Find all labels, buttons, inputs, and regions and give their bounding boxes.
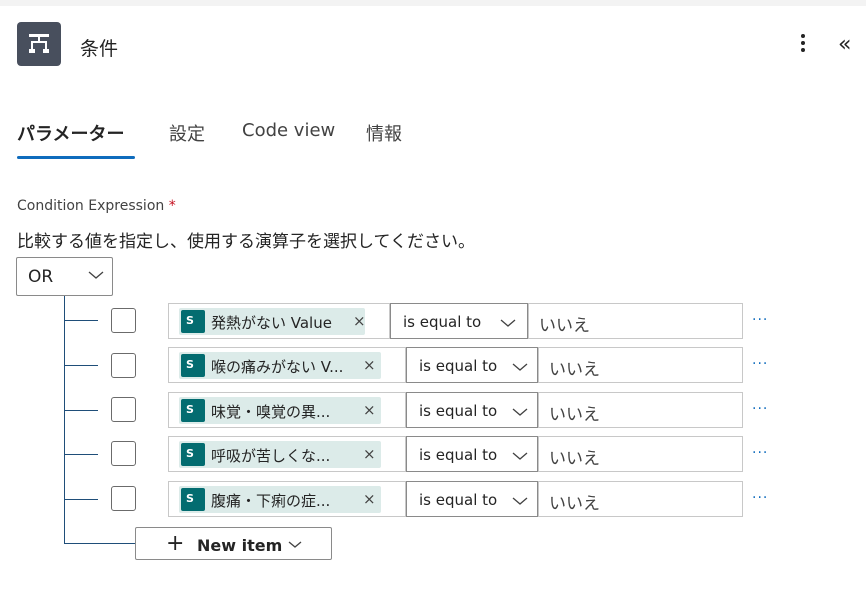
condition-right-operand[interactable]: いいえ (538, 436, 743, 472)
condition-left-operand[interactable]: S 喉の痛みがない V... × (168, 347, 406, 383)
condition-left-operand[interactable]: S 腹痛・下痢の症... × (168, 481, 406, 517)
condition-icon (17, 22, 61, 66)
operator-select[interactable]: is equal to (406, 347, 538, 383)
plus-icon: + (166, 531, 185, 556)
chevron-down-icon (512, 497, 528, 505)
remove-token-icon[interactable]: × (363, 356, 376, 374)
row-checkbox[interactable] (111, 486, 136, 511)
condition-left-operand[interactable]: S 味覚・嗅覚の異... × (168, 392, 406, 428)
chevron-down-icon (88, 271, 104, 279)
tree-connector (64, 296, 65, 544)
dynamic-content-token[interactable]: S 腹痛・下痢の症... × (179, 486, 381, 513)
sharepoint-icon: S (181, 488, 205, 511)
group-operator-select[interactable]: OR (16, 257, 113, 296)
dynamic-content-token[interactable]: S 喉の痛みがない V... × (179, 352, 381, 379)
tab-settings[interactable]: 設定 (169, 120, 205, 146)
group-operator-value: OR (28, 267, 54, 287)
new-item-label: New item (197, 536, 283, 555)
row-checkbox[interactable] (111, 441, 136, 466)
row-more-icon[interactable]: ··· (752, 490, 768, 506)
condition-right-operand[interactable]: いいえ (538, 392, 743, 428)
operator-select[interactable]: is equal to (406, 392, 538, 428)
row-more-icon[interactable]: ··· (752, 356, 768, 372)
chevron-down-icon (512, 408, 528, 416)
sharepoint-icon: S (181, 310, 205, 333)
tree-branch (64, 454, 98, 455)
condition-left-operand[interactable]: S 発熱がない Value × (168, 303, 390, 339)
sharepoint-icon: S (181, 354, 205, 377)
chevron-down-icon (512, 452, 528, 460)
operator-select[interactable]: is equal to (406, 481, 538, 517)
tab-parameters[interactable]: パラメーター (17, 120, 124, 146)
row-checkbox[interactable] (111, 397, 136, 422)
dynamic-content-token[interactable]: S 味覚・嗅覚の異... × (179, 397, 381, 424)
action-title[interactable]: 条件 (80, 34, 118, 61)
condition-right-operand[interactable]: いいえ (538, 347, 743, 383)
condition-right-operand[interactable]: いいえ (538, 481, 743, 517)
chevron-down-icon (512, 363, 528, 371)
tree-branch (64, 320, 98, 321)
condition-description: 比較する値を指定し、使用する演算子を選択してください。 (17, 232, 475, 252)
action-header: 条件 « (0, 6, 866, 68)
new-item-button[interactable]: + New item (135, 527, 332, 560)
operator-select[interactable]: is equal to (406, 436, 538, 472)
tree-branch (64, 365, 98, 366)
tree-branch-end (64, 543, 136, 544)
sharepoint-icon: S (181, 443, 205, 466)
remove-token-icon[interactable]: × (353, 312, 366, 330)
row-more-icon[interactable]: ··· (752, 445, 768, 461)
tree-branch (64, 499, 98, 500)
tree-branch (64, 410, 98, 411)
required-mark: * (168, 198, 176, 214)
row-more-icon[interactable]: ··· (752, 401, 768, 417)
condition-expression-label: Condition Expression * (17, 198, 176, 214)
tab-info[interactable]: 情報 (366, 120, 402, 146)
chevron-down-icon (500, 319, 516, 327)
row-more-icon[interactable]: ··· (752, 312, 768, 328)
condition-right-operand[interactable]: いいえ (528, 303, 743, 339)
double-chevron-left-icon[interactable]: « (838, 32, 851, 57)
chevron-down-icon (288, 541, 302, 548)
remove-token-icon[interactable]: × (363, 401, 376, 419)
remove-token-icon[interactable]: × (363, 445, 376, 463)
row-checkbox[interactable] (111, 308, 136, 333)
active-tab-indicator (17, 156, 135, 159)
dynamic-content-token[interactable]: S 呼吸が苦しくな... × (179, 441, 381, 468)
dynamic-content-token[interactable]: S 発熱がない Value × (179, 308, 366, 335)
row-checkbox[interactable] (111, 353, 136, 378)
condition-left-operand[interactable]: S 呼吸が苦しくな... × (168, 436, 406, 472)
sharepoint-icon: S (181, 399, 205, 422)
more-vertical-icon[interactable] (794, 34, 812, 58)
operator-select[interactable]: is equal to (390, 303, 528, 339)
remove-token-icon[interactable]: × (363, 490, 376, 508)
tab-code-view[interactable]: Code view (242, 120, 335, 141)
